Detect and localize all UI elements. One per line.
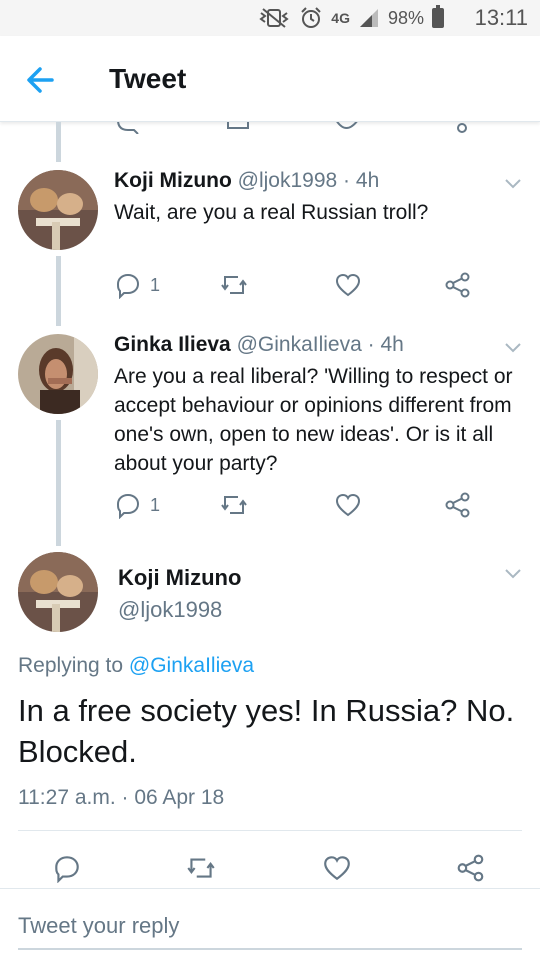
battery-percent: 98%	[387, 7, 424, 28]
share-icon	[457, 854, 484, 882]
status-bar: 4G 98% 13:11	[0, 0, 540, 36]
main-author-handle[interactable]: @ljok1998	[118, 596, 222, 624]
author-name[interactable]: Ginka Ilieva	[114, 333, 231, 356]
reply-icon	[55, 856, 79, 883]
avatar-image	[18, 170, 98, 250]
main-tweet-actions	[0, 850, 540, 886]
retweet-button[interactable]	[218, 270, 250, 300]
author-name[interactable]: Koji Mizuno	[114, 169, 232, 192]
retweet-button[interactable]	[218, 490, 250, 520]
divider	[18, 830, 522, 831]
retweet-icon	[187, 858, 215, 878]
like-button[interactable]	[334, 490, 362, 520]
signal-icon	[359, 9, 378, 27]
share-button[interactable]	[456, 850, 486, 886]
main-avatar[interactable]	[18, 552, 98, 632]
reply-count: 1	[150, 274, 161, 295]
author-handle[interactable]: @GinkaIlieva	[237, 333, 362, 356]
heart-icon	[324, 856, 350, 881]
reply-count: 1	[150, 494, 161, 515]
back-arrow-icon	[27, 67, 54, 93]
network-type: 4G	[331, 10, 350, 26]
thread-line	[56, 122, 61, 162]
thread-tweet[interactable]: Ginka Ilieva @GinkaIlieva · 4h Are you a…	[0, 330, 540, 530]
reply-input-underline	[18, 948, 522, 950]
alarm-icon	[301, 7, 321, 28]
status-icons: 4G 98%	[257, 5, 444, 30]
avatar-image	[18, 552, 98, 632]
clock: 13:11	[474, 5, 528, 30]
tweet-text: Wait, are you a real Russian troll?	[114, 201, 429, 224]
retweet-icon	[221, 276, 247, 294]
author-handle[interactable]: @ljok1998	[238, 169, 338, 192]
battery-icon	[432, 5, 444, 28]
tweet-age: 4h	[355, 169, 380, 192]
reply-icon	[116, 273, 140, 299]
separator: ·	[367, 333, 375, 356]
like-button[interactable]	[322, 850, 352, 886]
share-icon	[445, 272, 470, 298]
reply-button[interactable]	[52, 850, 82, 886]
tweet-actions: 1	[114, 270, 494, 300]
share-button[interactable]	[444, 490, 472, 520]
main-tweet-text: In a free society yes! In Russia? No. Bl…	[18, 693, 515, 769]
replying-to: Replying to @GinkaIlieva	[18, 652, 254, 680]
previous-tweet-actions	[0, 122, 540, 134]
share-button[interactable]	[444, 270, 472, 300]
chevron-down-icon[interactable]	[504, 178, 522, 190]
retweet-button[interactable]	[184, 850, 218, 886]
retweet-icon	[221, 496, 247, 514]
tweet-text: Are you a real liberal? 'Willing to resp…	[114, 365, 513, 475]
tweet-header: Koji Mizuno @ljok1998 · 4h	[114, 168, 379, 194]
vibrate-mute-icon	[259, 8, 289, 28]
heart-icon	[335, 493, 361, 517]
main-author-name[interactable]: Koji Mizuno	[118, 564, 241, 592]
back-button[interactable]	[22, 62, 62, 98]
avatar[interactable]	[18, 170, 98, 250]
replying-label: Replying to	[18, 654, 124, 677]
divider	[0, 888, 540, 889]
separator: ·	[343, 169, 351, 192]
reply-button[interactable]: 1	[114, 490, 160, 520]
replying-mention-link[interactable]: @GinkaIlieva	[129, 654, 254, 677]
chevron-down-icon[interactable]	[504, 568, 522, 580]
like-button[interactable]	[334, 270, 362, 300]
tweet-age: 4h	[380, 333, 404, 356]
reply-icon	[116, 493, 140, 519]
avatar[interactable]	[18, 334, 98, 414]
tweet-timestamp: 11:27 a.m. · 06 Apr 18	[18, 786, 225, 809]
reply-input[interactable]: Tweet your reply	[18, 906, 522, 946]
app-header: Tweet	[0, 36, 540, 122]
thread-tweet[interactable]: Koji Mizuno @ljok1998 · 4h Wait, are you…	[0, 166, 540, 316]
avatar-image	[18, 334, 98, 414]
reply-button[interactable]: 1	[114, 270, 160, 300]
tweet-header: Ginka Ilieva @GinkaIlieva · 4h	[114, 332, 404, 358]
share-icon	[445, 492, 470, 518]
heart-icon	[335, 273, 361, 297]
tweet-actions: 1	[114, 490, 494, 520]
page-title: Tweet	[109, 63, 187, 94]
chevron-down-icon[interactable]	[504, 342, 522, 354]
